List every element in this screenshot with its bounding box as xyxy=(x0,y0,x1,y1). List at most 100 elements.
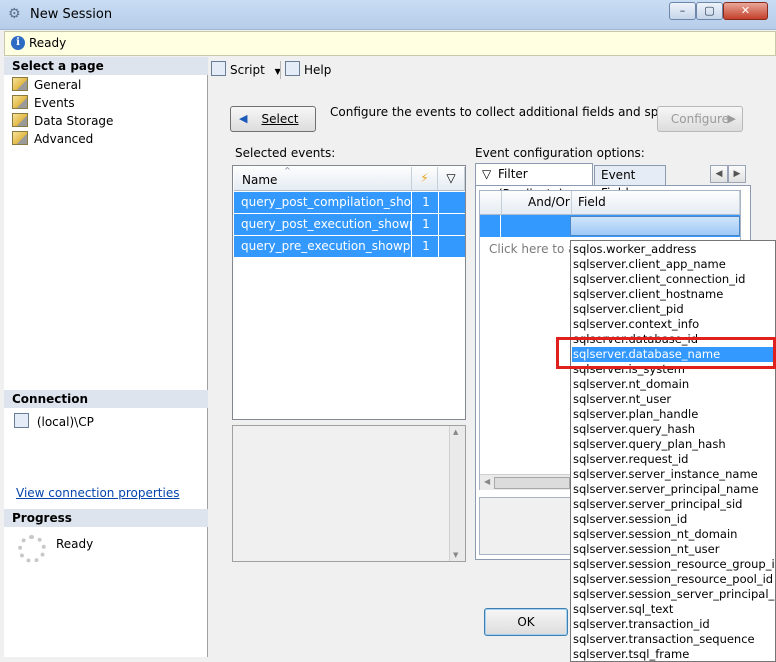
title-bar xyxy=(0,0,776,30)
ok-button[interactable]: OK xyxy=(484,608,568,636)
help-label: Help xyxy=(304,63,332,77)
table-row[interactable]: query_post_execution_showplan 1 xyxy=(234,214,465,235)
left-pane: Select a page General Events Data Storag… xyxy=(4,57,208,657)
list-item[interactable]: sqlserver.context_info xyxy=(572,317,775,332)
lightning-icon[interactable]: ⚡ xyxy=(412,167,438,191)
list-item[interactable]: sqlserver.session_nt_domain xyxy=(572,527,775,542)
event-count: 1 xyxy=(422,217,430,231)
close-button[interactable]: ✕ xyxy=(723,2,768,20)
event-config-label: Event configuration options: xyxy=(475,146,645,160)
name-header-label: Name xyxy=(242,173,278,187)
field-column-header[interactable]: Field xyxy=(572,191,740,215)
list-item[interactable]: sqlserver.request_id xyxy=(572,452,775,467)
list-item[interactable]: sqlserver.client_app_name xyxy=(572,257,775,272)
minimize-button[interactable]: – xyxy=(669,2,696,20)
window-title: New Session xyxy=(30,7,113,22)
list-item[interactable]: sqlserver.client_hostname xyxy=(572,287,775,302)
filter-icon: ▽ xyxy=(482,167,492,181)
page-advanced[interactable]: Advanced xyxy=(12,130,93,148)
list-item[interactable]: sqlserver.nt_user xyxy=(572,392,775,407)
page-events[interactable]: Events xyxy=(12,94,75,112)
list-item[interactable]: sqlserver.server_instance_name xyxy=(572,467,775,482)
selected-events-label: Selected events: xyxy=(235,146,336,160)
tab-event-fields[interactable]: Event Fields xyxy=(594,165,666,200)
list-item[interactable]: sqlserver.session_server_principal_name xyxy=(572,587,775,602)
toolbar-divider xyxy=(280,61,281,79)
view-connection-properties-link[interactable]: View connection properties xyxy=(16,486,179,500)
progress-header: Progress xyxy=(4,509,208,527)
event-count: 1 xyxy=(422,239,430,253)
configure-label: Configure xyxy=(670,112,730,126)
list-item[interactable]: sqlserver.session_id xyxy=(572,512,775,527)
select-button[interactable]: ◀ Select xyxy=(230,106,316,132)
list-item[interactable]: sqlserver.client_pid xyxy=(572,302,775,317)
arrow-left-icon: ◀ xyxy=(239,112,248,125)
list-item[interactable]: sqlserver.tsql_frame xyxy=(572,647,775,661)
select-label: Select xyxy=(261,112,299,126)
scroll-thumb[interactable] xyxy=(494,477,570,489)
script-label: Script xyxy=(230,63,265,77)
info-icon: i xyxy=(11,36,25,50)
progress-status: Ready xyxy=(56,537,94,551)
help-button[interactable]: Help xyxy=(285,61,331,79)
progress-spinner-icon xyxy=(18,535,46,563)
page-label: Advanced xyxy=(34,132,94,146)
status-bar: i Ready xyxy=(4,31,776,56)
highlight-annotation-box xyxy=(556,337,776,369)
scroll-up-icon[interactable]: ▲ xyxy=(453,428,458,436)
event-name: query_post_execution_showplan xyxy=(241,217,411,231)
scroll-down-icon[interactable]: ▼ xyxy=(453,551,458,559)
tab-filter-predicate[interactable]: ▽ Filter (Predicate) xyxy=(475,163,593,201)
page-general[interactable]: General xyxy=(12,76,81,94)
session-icon: ⚙ xyxy=(8,6,21,22)
table-row[interactable]: query_pre_execution_showplan 1 xyxy=(234,236,465,257)
page-label: Data Storage xyxy=(34,114,114,128)
tab-scroll-right-icon[interactable]: ▶ xyxy=(728,165,746,183)
page-label: Events xyxy=(34,96,75,110)
page-icon xyxy=(12,77,28,91)
list-item[interactable]: sqlserver.session_resource_pool_id xyxy=(572,572,775,587)
list-item[interactable]: sqlserver.query_hash xyxy=(572,422,775,437)
maximize-button[interactable]: ▢ xyxy=(696,2,723,20)
help-icon xyxy=(285,61,300,76)
configure-description: Configure the events to collect addition… xyxy=(330,105,687,119)
list-item[interactable]: sqlserver.transaction_id xyxy=(572,617,775,632)
server-icon xyxy=(14,413,29,428)
connection-server: (local)\CP xyxy=(14,413,94,429)
field-dropdown-input[interactable] xyxy=(570,216,740,236)
scroll-left-icon[interactable]: ◀ xyxy=(484,477,490,486)
list-item[interactable]: sqlserver.nt_domain xyxy=(572,377,775,392)
list-item[interactable]: sqlserver.server_principal_sid xyxy=(572,497,775,512)
andor-column-header[interactable]: And/Or xyxy=(502,191,572,215)
page-icon xyxy=(12,113,28,127)
vertical-scrollbar[interactable]: ▲ ▼ xyxy=(449,426,465,561)
event-count: 1 xyxy=(422,195,430,209)
configure-button[interactable]: Configure ▶ xyxy=(657,106,743,132)
page-data-storage[interactable]: Data Storage xyxy=(12,112,113,130)
server-name: (local)\CP xyxy=(36,415,94,429)
page-label: General xyxy=(34,78,82,92)
tab-scroll-left-icon[interactable]: ◀ xyxy=(710,165,728,183)
sort-ascending-icon: ^ xyxy=(284,166,291,175)
status-text: Ready xyxy=(29,36,67,50)
selected-events-grid: Name ^ ⚡ ▽ query_post_compilation_show..… xyxy=(232,165,466,420)
field-dropdown-list[interactable]: sqlos.worker_address sqlserver.client_app… xyxy=(570,240,776,662)
connection-header: Connection xyxy=(4,390,208,408)
event-description-box xyxy=(232,425,466,562)
row-header-corner xyxy=(480,191,502,215)
name-column-header[interactable]: Name ^ xyxy=(234,166,412,191)
list-item[interactable]: sqlserver.client_connection_id xyxy=(572,272,775,287)
list-item[interactable]: sqlserver.transaction_sequence xyxy=(572,632,775,647)
table-row[interactable]: query_post_compilation_show... 1 xyxy=(234,192,465,213)
list-item[interactable]: sqlserver.query_plan_hash xyxy=(572,437,775,452)
list-item[interactable]: sqlserver.plan_handle xyxy=(572,407,775,422)
event-name: query_post_compilation_show... xyxy=(241,195,411,209)
list-item[interactable]: sqlserver.server_principal_name xyxy=(572,482,775,497)
script-button[interactable]: Script ▼ xyxy=(211,61,281,79)
list-item[interactable]: sqlserver.session_resource_group_id xyxy=(572,557,775,572)
list-item[interactable]: sqlserver.session_nt_user xyxy=(572,542,775,557)
script-icon xyxy=(211,61,226,76)
list-item[interactable]: sqlos.worker_address xyxy=(572,242,775,257)
list-item[interactable]: sqlserver.sql_text xyxy=(572,602,775,617)
filter-icon[interactable]: ▽ xyxy=(438,167,465,191)
